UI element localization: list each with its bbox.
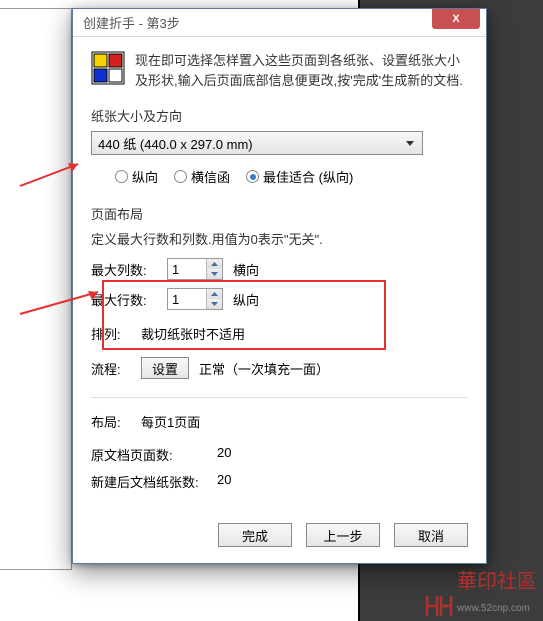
spin-up-icon[interactable] <box>207 259 222 269</box>
spin-down-icon[interactable] <box>207 299 222 309</box>
dialog-footer: 完成 上一步 取消 <box>73 513 486 563</box>
orig-pages-label: 原文档页面数: <box>91 445 217 464</box>
close-button[interactable]: X <box>432 9 480 29</box>
arrange-value: 裁切纸张时不适用 <box>141 324 245 343</box>
new-sheets-label: 新建后文档纸张数: <box>91 472 217 491</box>
watermark-logo-icon <box>425 595 453 617</box>
max-rows-input[interactable] <box>168 289 206 309</box>
dialog-title: 创建折手 - 第3步 <box>83 13 432 32</box>
paper-section-label: 纸张大小及方向 <box>91 106 468 125</box>
finish-button[interactable]: 完成 <box>218 523 292 547</box>
spin-up-icon[interactable] <box>207 289 222 299</box>
wizard-dialog: 创建折手 - 第3步 X 现在即可选择怎样置入这些页面到各纸张、设置纸张大小及形… <box>72 8 487 564</box>
radio-bestfit[interactable]: 最佳适合 (纵向) <box>246 167 353 186</box>
flow-label: 流程: <box>91 359 131 378</box>
watermark: 華印社區 www.52cnp.com <box>425 565 537 617</box>
orig-pages-value: 20 <box>217 445 231 464</box>
max-cols-label: 最大列数: <box>91 260 157 279</box>
cancel-button[interactable]: 取消 <box>394 523 468 547</box>
new-sheets-value: 20 <box>217 472 231 491</box>
back-button[interactable]: 上一步 <box>306 523 380 547</box>
orientation-group: 纵向 横信函 最佳适合 (纵向) <box>115 167 468 186</box>
arrange-label: 排列: <box>91 324 131 343</box>
close-icon: X <box>452 13 459 25</box>
intro-text: 现在即可选择怎样置入这些页面到各纸张、设置纸张大小及形状,输入后页面底部信息便更… <box>135 51 468 90</box>
max-rows-spinner[interactable] <box>167 288 223 310</box>
wizard-icon <box>91 51 125 85</box>
max-cols-dir: 横向 <box>233 260 259 279</box>
flow-settings-button[interactable]: 设置 <box>141 357 189 379</box>
layout-hint: 定义最大行数和列数.用值为0表示"无关". <box>91 229 468 248</box>
radio-landscape[interactable]: 横信函 <box>174 167 230 186</box>
radio-portrait[interactable]: 纵向 <box>115 167 158 186</box>
layout-section-label: 页面布局 <box>91 204 468 223</box>
titlebar: 创建折手 - 第3步 X <box>73 9 486 37</box>
paper-size-select[interactable]: 440 纸 (440.0 x 297.0 mm) <box>91 131 423 155</box>
summary-layout-label: 布局: <box>91 412 131 431</box>
max-rows-dir: 纵向 <box>233 290 259 309</box>
spin-down-icon[interactable] <box>207 269 222 279</box>
paper-size-value: 440 纸 (440.0 x 297.0 mm) <box>98 134 253 153</box>
max-cols-input[interactable] <box>168 259 206 279</box>
max-rows-label: 最大行数: <box>91 290 157 309</box>
summary-layout-value: 每页1页面 <box>141 412 200 431</box>
flow-value: 正常（一次填充一面） <box>199 359 329 378</box>
max-cols-spinner[interactable] <box>167 258 223 280</box>
divider <box>91 397 468 398</box>
